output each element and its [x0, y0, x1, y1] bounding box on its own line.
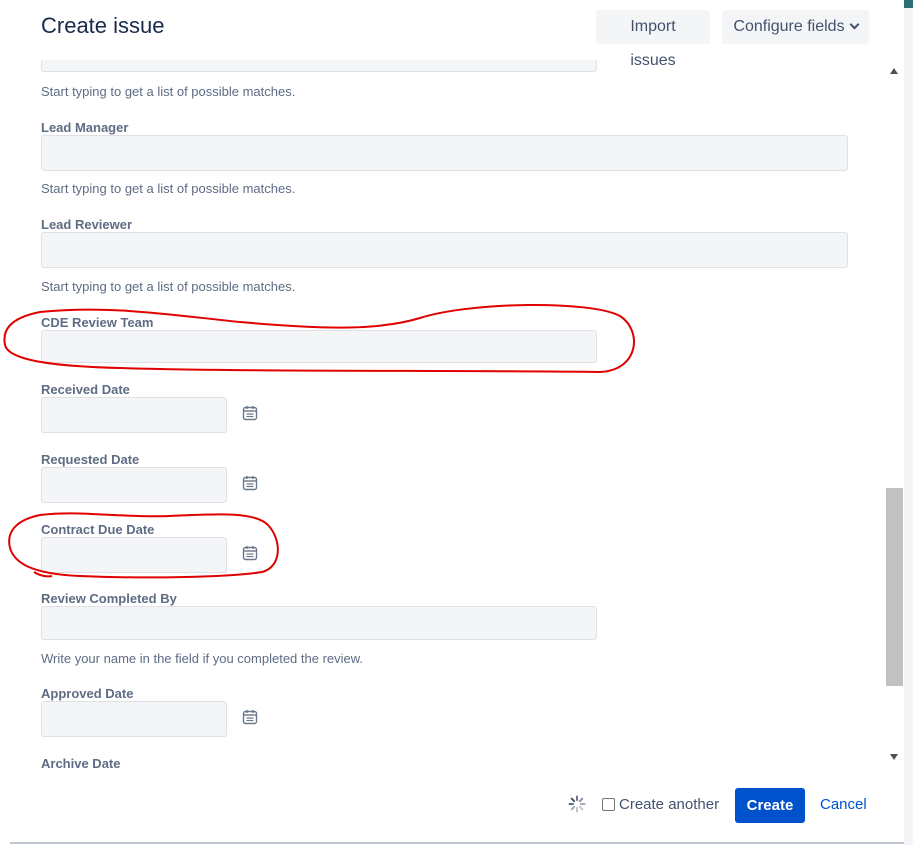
contract-due-date-label: Contract Due Date	[41, 522, 155, 537]
cde-review-team-input[interactable]	[41, 330, 597, 363]
scrollbar-thumb[interactable]	[886, 488, 903, 686]
create-another-option[interactable]: Create another	[602, 796, 719, 813]
lead-manager-input[interactable]	[41, 135, 848, 171]
partial-field-hint: Start typing to get a list of possible m…	[41, 84, 296, 99]
page-backdrop	[904, 0, 913, 845]
lead-manager-label: Lead Manager	[41, 120, 129, 135]
calendar-icon[interactable]	[242, 709, 258, 725]
partial-field-input[interactable]	[41, 60, 597, 72]
form-content[interactable]: Start typing to get a list of possible m…	[10, 60, 886, 768]
review-completed-by-hint: Write your name in the field if you comp…	[41, 651, 364, 666]
dialog-bottom-border	[10, 842, 904, 844]
backdrop-accent	[904, 0, 913, 8]
archive-date-label: Archive Date	[41, 756, 121, 768]
review-completed-by-label: Review Completed By	[41, 591, 177, 606]
loading-spinner-icon	[568, 795, 586, 813]
contract-due-date-input[interactable]	[41, 537, 227, 573]
cancel-link[interactable]: Cancel	[820, 796, 867, 813]
requested-date-label: Requested Date	[41, 452, 140, 467]
lead-reviewer-input[interactable]	[41, 232, 848, 268]
chevron-down-icon	[849, 19, 860, 30]
received-date-label: Received Date	[41, 382, 130, 397]
calendar-icon[interactable]	[242, 405, 258, 421]
calendar-icon[interactable]	[242, 545, 258, 561]
create-another-label: Create another	[619, 796, 720, 813]
cde-review-team-label: CDE Review Team	[41, 315, 154, 330]
configure-fields-button[interactable]: Configure fields	[722, 10, 869, 44]
dialog-footer: Create another Create Cancel	[10, 768, 904, 842]
calendar-icon[interactable]	[242, 475, 258, 491]
scroll-up-arrow-icon[interactable]	[890, 68, 898, 74]
dialog-header: Create issue Import issues Configure fie…	[10, 0, 904, 69]
configure-fields-label: Configure fields	[733, 18, 845, 35]
import-issues-button[interactable]: Import issues	[596, 10, 710, 69]
review-completed-by-input[interactable]	[41, 606, 597, 640]
approved-date-input[interactable]	[41, 701, 227, 737]
requested-date-input[interactable]	[41, 467, 227, 503]
approved-date-label: Approved Date	[41, 686, 134, 701]
lead-manager-hint: Start typing to get a list of possible m…	[41, 181, 296, 196]
create-issue-dialog: Create issue Import issues Configure fie…	[10, 0, 904, 843]
lead-reviewer-label: Lead Reviewer	[41, 217, 133, 232]
form-scrollbar[interactable]	[886, 62, 904, 768]
lead-reviewer-hint: Start typing to get a list of possible m…	[41, 279, 296, 294]
scroll-down-arrow-icon[interactable]	[890, 754, 898, 760]
dialog-title: Create issue	[41, 13, 165, 38]
create-button[interactable]: Create	[735, 788, 805, 823]
received-date-input[interactable]	[41, 397, 227, 433]
create-another-checkbox[interactable]	[602, 798, 615, 811]
